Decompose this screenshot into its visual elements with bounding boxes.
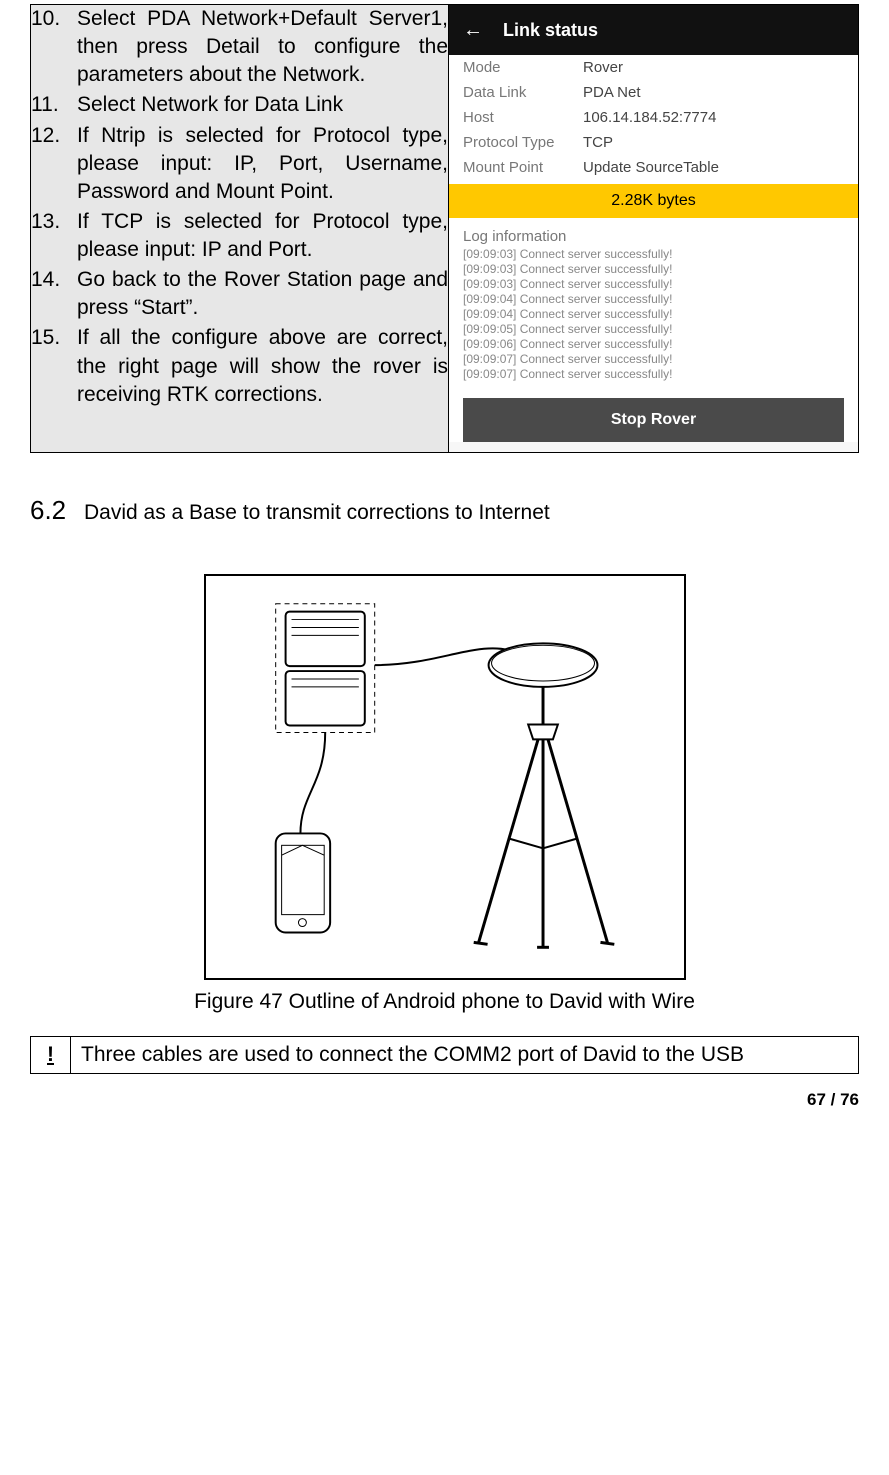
log-line: [09:09:03] Connect server successfully! <box>463 247 844 262</box>
step-12: If Ntrip is selected for Protocol type, … <box>77 122 448 206</box>
log-body: [09:09:03] Connect server successfully! … <box>449 247 858 388</box>
log-heading: Log information <box>449 222 858 247</box>
instruction-table: Select PDA Network+Default Server1, then… <box>30 4 859 453</box>
row-mount: Mount PointUpdate SourceTable <box>449 155 858 180</box>
log-line: [09:09:07] Connect server successfully! <box>463 367 844 382</box>
value-datalink: PDA Net <box>583 84 641 101</box>
label-host: Host <box>463 109 583 126</box>
figure-caption: Figure 47 Outline of Android phone to Da… <box>30 990 859 1014</box>
row-protocol: Protocol TypeTCP <box>449 130 858 155</box>
log-line: [09:09:07] Connect server successfully! <box>463 352 844 367</box>
log-line: [09:09:04] Connect server successfully! <box>463 292 844 307</box>
log-line: [09:09:03] Connect server successfully! <box>463 262 844 277</box>
title-bar: ← Link status <box>449 5 858 55</box>
step-11: Select Network for Data Link <box>77 91 448 119</box>
label-protocol: Protocol Type <box>463 134 583 151</box>
section-title: David as a Base to transmit corrections … <box>84 501 550 524</box>
page-number: 67 / 76 <box>30 1090 859 1110</box>
note-table: ! Three cables are used to connect the C… <box>30 1036 859 1074</box>
label-mode: Mode <box>463 59 583 76</box>
log-line: [09:09:03] Connect server successfully! <box>463 277 844 292</box>
value-mount: Update SourceTable <box>583 159 719 176</box>
step-10: Select PDA Network+Default Server1, then… <box>77 5 448 89</box>
steps-list: Select PDA Network+Default Server1, then… <box>31 5 448 409</box>
figure-wrap <box>30 574 859 980</box>
screenshot-cell: ← Link status ModeRover Data LinkPDA Net… <box>449 5 859 453</box>
log-line: [09:09:06] Connect server successfully! <box>463 337 844 352</box>
figure-image <box>204 574 686 980</box>
bytes-bar: 2.28K bytes <box>449 184 858 218</box>
steps-cell: Select PDA Network+Default Server1, then… <box>31 5 449 453</box>
log-line: [09:09:04] Connect server successfully! <box>463 307 844 322</box>
label-mount: Mount Point <box>463 159 583 176</box>
section-heading: 6.2 David as a Base to transmit correcti… <box>30 495 859 526</box>
row-mode: ModeRover <box>449 55 858 80</box>
stop-rover-button[interactable]: Stop Rover <box>463 398 844 442</box>
note-icon: ! <box>31 1037 71 1074</box>
value-protocol: TCP <box>583 134 613 151</box>
step-15: If all the configure above are correct, … <box>77 324 448 408</box>
phone-mock: ← Link status ModeRover Data LinkPDA Net… <box>449 5 858 442</box>
value-host: 106.14.184.52:7774 <box>583 109 716 126</box>
section-number: 6.2 <box>30 495 66 525</box>
label-datalink: Data Link <box>463 84 583 101</box>
step-14: Go back to the Rover Station page and pr… <box>77 266 448 322</box>
note-text: Three cables are used to connect the COM… <box>71 1037 859 1074</box>
screen-title: Link status <box>503 20 598 41</box>
value-mode: Rover <box>583 59 623 76</box>
log-line: [09:09:05] Connect server successfully! <box>463 322 844 337</box>
step-13: If TCP is selected for Protocol type, pl… <box>77 208 448 264</box>
row-host: Host106.14.184.52:7774 <box>449 105 858 130</box>
row-datalink: Data LinkPDA Net <box>449 80 858 105</box>
back-icon[interactable]: ← <box>463 19 483 42</box>
